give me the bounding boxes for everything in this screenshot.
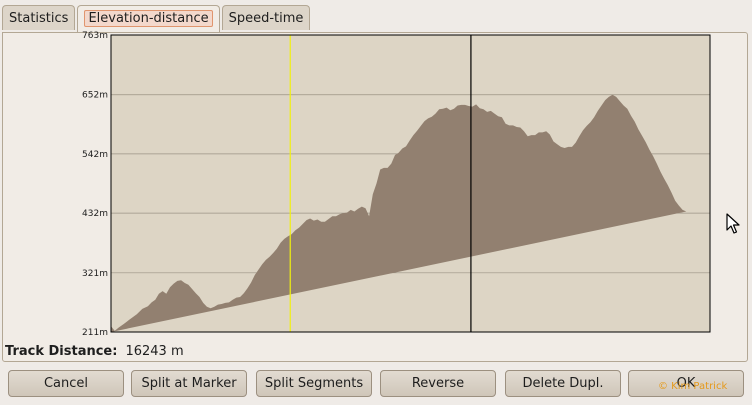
- button-bar: Cancel Split at Marker Split Segments Re…: [8, 370, 744, 397]
- tab-bar: Statistics Elevation-distance Speed-time: [2, 5, 312, 32]
- tab-statistics-label: Statistics: [9, 11, 69, 26]
- tab-speed-time-label: Speed-time: [228, 11, 304, 26]
- cancel-button[interactable]: Cancel: [8, 370, 124, 397]
- tab-elevation-distance-label: Elevation-distance: [84, 10, 213, 27]
- split-at-marker-button[interactable]: Split at Marker: [131, 370, 247, 397]
- y-tick-label: 763m: [82, 31, 108, 41]
- track-distance: Track Distance: 16243 m: [5, 344, 184, 359]
- y-tick-label: 321m: [82, 269, 108, 279]
- reverse-button[interactable]: Reverse: [380, 370, 496, 397]
- track-distance-label: Track Distance:: [5, 344, 118, 359]
- tab-elevation-distance[interactable]: Elevation-distance: [77, 5, 220, 32]
- delete-duplicates-button[interactable]: Delete Dupl.: [505, 370, 621, 397]
- track-distance-value: 16243 m: [125, 344, 184, 359]
- tab-statistics[interactable]: Statistics: [2, 5, 76, 30]
- elevation-distance-chart[interactable]: 763m 652m 542m 432m 321m 211m: [0, 30, 752, 340]
- ok-button[interactable]: OK: [628, 370, 744, 397]
- mouse-pointer-icon: [726, 213, 740, 234]
- y-tick-label: 211m: [82, 328, 108, 338]
- split-segments-button[interactable]: Split Segments: [256, 370, 372, 397]
- y-tick-label: 542m: [82, 150, 108, 160]
- tab-speed-time[interactable]: Speed-time: [221, 5, 311, 30]
- y-axis-labels: 763m 652m 542m 432m 321m 211m: [82, 31, 108, 338]
- y-tick-label: 432m: [82, 209, 108, 219]
- y-tick-label: 652m: [82, 91, 108, 101]
